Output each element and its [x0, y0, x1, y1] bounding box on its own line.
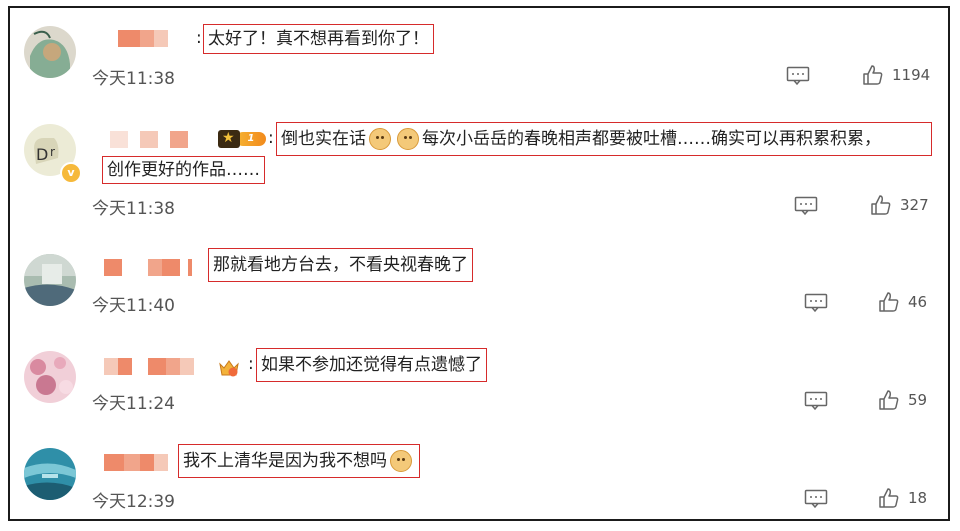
comment-time: 今天11:24: [92, 394, 175, 414]
thumbs-up-icon: [863, 65, 883, 85]
comment-bubble-icon[interactable]: [794, 196, 818, 216]
verified-badge-icon: v: [60, 162, 82, 184]
comment-text-line1: 倒也实在话 每次小岳岳的春晚相声都要被吐槽……确实可以再积累积累，: [276, 122, 932, 156]
like-button[interactable]: 59: [878, 389, 927, 411]
like-count: 46: [908, 293, 928, 311]
level-5-badge-icon: [219, 360, 239, 377]
comment-bubble-icon[interactable]: [804, 293, 828, 313]
like-button[interactable]: 18: [878, 487, 927, 509]
name-separator: :: [196, 28, 202, 48]
avatar[interactable]: [24, 351, 76, 403]
like-count: 59: [908, 391, 928, 409]
like-count: 18: [908, 489, 928, 507]
doge-emoji-icon: [390, 450, 412, 472]
username-masked[interactable]: [118, 30, 168, 47]
comment-text: 我不上清华是因为我不想吗: [178, 444, 420, 478]
avatar[interactable]: [24, 448, 76, 500]
comment-time: 今天11:38: [92, 199, 175, 219]
name-separator: :: [268, 128, 274, 148]
comment-text-part3: 创作更好的作品……: [107, 160, 260, 180]
comment-text: 如果不参加还觉得有点遗憾了: [256, 348, 487, 382]
like-button[interactable]: 327: [870, 194, 929, 216]
avatar[interactable]: [24, 254, 76, 306]
username-masked[interactable]: [110, 131, 188, 148]
svg-text:D: D: [36, 145, 48, 164]
comment-bubble-icon[interactable]: [804, 391, 828, 411]
like-button[interactable]: 1194: [862, 64, 930, 86]
comment-time: 今天11:38: [92, 69, 175, 89]
svg-text:r: r: [50, 145, 55, 159]
username-masked[interactable]: [104, 259, 192, 276]
thumbs-up-icon: [879, 292, 899, 312]
avatar[interactable]: [24, 26, 76, 78]
vip-level-badge[interactable]: 1: [218, 130, 266, 148]
doge-emoji-icon: [397, 128, 419, 150]
comment-text-line2: 创作更好的作品……: [102, 156, 265, 184]
username-masked[interactable]: [104, 454, 168, 471]
thumbs-up-icon: [879, 488, 899, 508]
like-count: 327: [900, 196, 929, 214]
vip-level-number: 1: [236, 132, 266, 146]
comment-text: 那就看地方台去，不看央视春晚了: [208, 248, 473, 282]
comment-text-content: 那就看地方台去，不看央视春晚了: [213, 255, 468, 275]
doge-emoji-icon: [369, 128, 391, 150]
comment-time: 今天12:39: [92, 492, 175, 512]
comment-bubble-icon[interactable]: [786, 66, 810, 86]
comment-bubble-icon[interactable]: [804, 489, 828, 509]
comment-text: 太好了！真不想再看到你了！: [203, 24, 434, 54]
comment-time: 今天11:40: [92, 296, 175, 316]
like-button[interactable]: 46: [878, 291, 927, 313]
crown-icon: [218, 130, 240, 148]
comment-text-part1: 倒也实在话: [281, 129, 366, 149]
name-separator: :: [248, 354, 254, 374]
comment-panel: : 太好了！真不想再看到你了！ 今天11:38 1194 D r v ★ 1:…: [8, 6, 950, 521]
username-masked[interactable]: [104, 358, 194, 375]
comment-text-content: 如果不参加还觉得有点遗憾了: [261, 355, 482, 375]
comment-text-content: 我不上清华是因为我不想吗: [183, 451, 387, 471]
like-count: 1194: [892, 66, 931, 84]
comment-text-part2: 每次小岳岳的春晚相声都要被吐槽……确实可以再积累积累，: [422, 129, 881, 149]
comment-text-content: 太好了！真不想再看到你了！: [208, 29, 429, 49]
thumbs-up-icon: [879, 390, 899, 410]
thumbs-up-icon: [871, 195, 891, 215]
